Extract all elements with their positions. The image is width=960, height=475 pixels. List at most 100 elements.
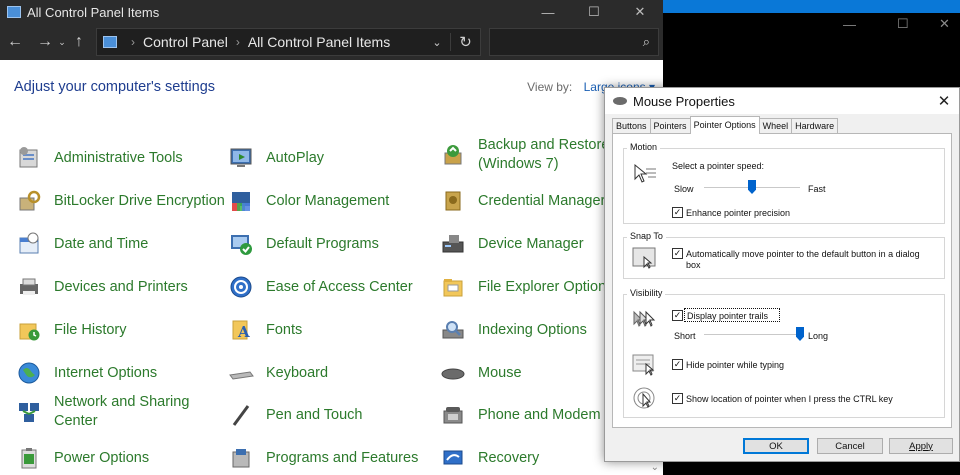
item-internet-options[interactable]: Internet Options bbox=[16, 360, 157, 386]
power-icon bbox=[16, 445, 42, 471]
item-label: Device Manager bbox=[478, 235, 584, 252]
maximize-button[interactable]: ☐ bbox=[571, 0, 617, 24]
check-mark-icon: ✓ bbox=[673, 207, 682, 217]
pointer-speed-slider[interactable] bbox=[748, 180, 756, 194]
item-fonts[interactable]: A Fonts bbox=[228, 317, 302, 343]
tab-hardware[interactable]: Hardware bbox=[791, 118, 839, 134]
item-label: Recovery bbox=[478, 449, 540, 466]
address-bar[interactable]: › Control Panel › All Control Panel Item… bbox=[96, 28, 481, 56]
item-phone-modem[interactable]: Phone and Modem bbox=[440, 402, 601, 428]
pointer-trails-slider[interactable] bbox=[796, 327, 804, 341]
item-label: Pen and Touch bbox=[266, 406, 363, 423]
item-label: Indexing Options bbox=[478, 321, 587, 338]
pointer-trails-icon bbox=[633, 310, 656, 327]
item-programs-features[interactable]: Programs and Features bbox=[228, 445, 418, 471]
background-minimize-button[interactable]: — bbox=[843, 13, 856, 35]
pointer-trails-label[interactable]: Display pointer trails bbox=[687, 311, 768, 321]
item-bitlocker[interactable]: BitLocker Drive Encryption bbox=[16, 188, 225, 214]
folder-options-icon bbox=[440, 274, 466, 300]
motion-group: Motion Select a pointer speed: Slow Fast… bbox=[623, 142, 945, 224]
hide-pointer-checkbox[interactable]: ✓ bbox=[672, 359, 683, 370]
snap-to-label[interactable]: Automatically move pointer to the defaul… bbox=[686, 249, 936, 271]
tab-pointer-options[interactable]: Pointer Options bbox=[689, 116, 760, 134]
file-history-icon bbox=[16, 317, 42, 343]
refresh-icon[interactable]: ↻ bbox=[450, 33, 480, 51]
mouse-properties-dialog: Mouse Properties ✕ Buttons Pointers Poin… bbox=[604, 87, 960, 462]
item-devices-printers[interactable]: Devices and Printers bbox=[16, 274, 188, 300]
tab-pointers[interactable]: Pointers bbox=[649, 118, 691, 134]
up-arrow-icon[interactable]: ↑ bbox=[68, 33, 90, 51]
item-label: Internet Options bbox=[54, 364, 158, 381]
item-default-programs[interactable]: Default Programs bbox=[228, 231, 379, 257]
show-location-label[interactable]: Show location of pointer when I press th… bbox=[686, 394, 893, 404]
mouse-icon bbox=[613, 97, 627, 105]
device-manager-icon bbox=[440, 231, 466, 257]
search-icon[interactable]: ⌕ bbox=[643, 34, 650, 50]
item-color-management[interactable]: Color Management bbox=[228, 188, 389, 214]
snap-to-group: Snap To ✓ Automatically move pointer to … bbox=[623, 231, 945, 279]
svg-text:A: A bbox=[237, 323, 250, 341]
item-file-history[interactable]: File History bbox=[16, 317, 127, 343]
item-mouse[interactable]: Mouse bbox=[440, 360, 522, 386]
item-recovery[interactable]: Recovery bbox=[440, 445, 539, 471]
snap-to-checkbox[interactable]: ✓ bbox=[672, 248, 683, 259]
pointer-trails-checkbox[interactable]: ✓ bbox=[672, 310, 683, 321]
apply-button-label: Apply bbox=[909, 440, 933, 452]
minimize-button[interactable]: — bbox=[525, 0, 571, 24]
breadcrumb-control-panel[interactable]: Control Panel bbox=[143, 34, 228, 50]
item-keyboard[interactable]: Keyboard bbox=[228, 360, 328, 386]
internet-icon bbox=[16, 360, 42, 386]
tab-wheel[interactable]: Wheel bbox=[758, 118, 793, 134]
item-autoplay[interactable]: AutoPlay bbox=[228, 145, 324, 171]
forward-arrow-icon[interactable]: → bbox=[34, 33, 56, 51]
tab-buttons[interactable]: Buttons bbox=[612, 118, 651, 134]
dialog-title-bar: Mouse Properties ✕ bbox=[605, 88, 959, 114]
search-input[interactable]: ⌕ bbox=[489, 28, 659, 56]
apply-button[interactable]: Apply bbox=[889, 438, 953, 454]
item-credential-manager[interactable]: Credential Manager bbox=[440, 188, 605, 214]
item-label: File Explorer Options bbox=[478, 278, 614, 295]
cancel-button[interactable]: Cancel bbox=[817, 438, 883, 454]
snap-to-legend: Snap To bbox=[627, 231, 666, 241]
item-pen-touch[interactable]: Pen and Touch bbox=[228, 402, 362, 428]
enhance-precision-checkbox[interactable]: ✓ bbox=[672, 207, 683, 218]
scroll-down-chevron-icon[interactable]: ⌄ bbox=[651, 462, 659, 473]
visibility-group: Visibility ✓ Display pointer trails Shor… bbox=[623, 288, 945, 418]
background-maximize-button[interactable]: ☐ bbox=[897, 13, 909, 35]
background-close-button[interactable]: ✕ bbox=[939, 13, 950, 35]
pointer-speed-icon bbox=[634, 163, 656, 183]
item-file-explorer-options[interactable]: File Explorer Options bbox=[440, 274, 613, 300]
item-date-time[interactable]: Date and Time bbox=[16, 231, 148, 257]
phone-icon bbox=[440, 402, 466, 428]
close-button[interactable]: ✕ bbox=[617, 0, 663, 24]
item-backup-restore[interactable]: Backup and Restore (Windows 7) bbox=[440, 136, 620, 174]
ok-button[interactable]: OK bbox=[743, 438, 809, 454]
item-indexing-options[interactable]: Indexing Options bbox=[440, 317, 587, 343]
check-mark-icon: ✓ bbox=[673, 310, 682, 320]
item-network-sharing[interactable]: Network and Sharing Center bbox=[16, 393, 196, 431]
item-label: Network and Sharing Center bbox=[54, 394, 190, 429]
hide-pointer-label[interactable]: Hide pointer while typing bbox=[686, 360, 784, 370]
item-label: Color Management bbox=[266, 192, 390, 209]
item-administrative-tools[interactable]: Administrative Tools bbox=[16, 145, 183, 171]
item-power-options[interactable]: Power Options bbox=[16, 445, 149, 471]
color-management-icon bbox=[228, 188, 254, 214]
default-programs-icon bbox=[228, 231, 254, 257]
enhance-precision-label[interactable]: Enhance pointer precision bbox=[686, 208, 790, 218]
item-device-manager[interactable]: Device Manager bbox=[440, 231, 584, 257]
date-time-icon bbox=[16, 231, 42, 257]
breadcrumb-all-items[interactable]: All Control Panel Items bbox=[248, 34, 390, 50]
address-dropdown-icon[interactable]: ⌄ bbox=[424, 36, 450, 49]
pointer-trails-track bbox=[704, 334, 800, 336]
navigation-bar: ← → ⌄ ↑ › Control Panel › All Control Pa… bbox=[0, 24, 663, 60]
control-panel-icon bbox=[103, 36, 117, 48]
item-label: Fonts bbox=[266, 321, 303, 338]
item-ease-of-access[interactable]: Ease of Access Center bbox=[228, 274, 413, 300]
item-label: AutoPlay bbox=[266, 149, 325, 166]
page-header: Adjust your computer's settings View by:… bbox=[0, 60, 663, 114]
recent-locations-chevron-icon[interactable]: ⌄ bbox=[56, 37, 68, 48]
dialog-close-icon[interactable]: ✕ bbox=[929, 92, 959, 110]
control-panel-window: All Control Panel Items — ☐ ✕ ← → ⌄ ↑ › … bbox=[0, 0, 663, 475]
back-arrow-icon[interactable]: ← bbox=[4, 33, 26, 51]
show-location-checkbox[interactable]: ✓ bbox=[672, 393, 683, 404]
